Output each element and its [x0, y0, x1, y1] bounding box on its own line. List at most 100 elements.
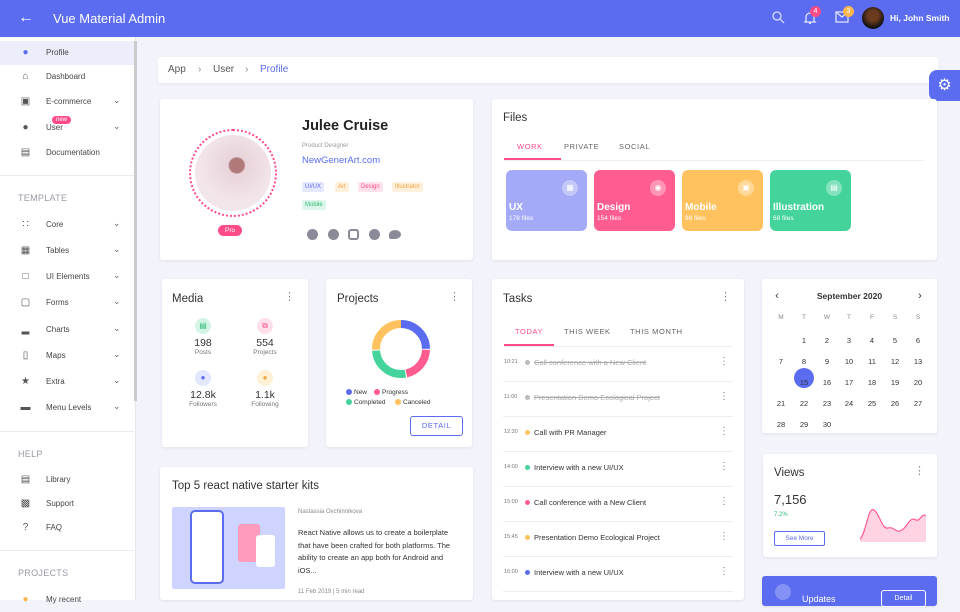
task-row[interactable]: 15:00 Call conference with a New Client ⋮ [503, 487, 733, 522]
search-icon[interactable] [771, 10, 785, 24]
calendar-day[interactable]: 22 [796, 399, 812, 408]
sidebar-item-library[interactable]: ▤ Library [0, 468, 134, 492]
tab-work[interactable]: WORK [517, 142, 543, 151]
breadcrumb-item[interactable]: App [168, 64, 186, 75]
facebook-icon[interactable] [307, 229, 318, 240]
sidebar-item-faq[interactable]: ? FAQ [0, 516, 134, 540]
sidebar-scrollbar[interactable] [134, 41, 137, 401]
task-row[interactable]: 11:00 Presentation Demo Ecological Projec… [503, 382, 733, 417]
calendar-day[interactable]: 7 [773, 357, 789, 366]
more-vertical-icon[interactable]: ⋮ [719, 531, 729, 542]
calendar-day[interactable]: 25 [864, 399, 880, 408]
calendar-day[interactable]: 12 [887, 357, 903, 366]
calendar-day[interactable]: 20 [910, 378, 926, 387]
folder-design[interactable]: ◉ Design 154 files [594, 170, 675, 231]
calendar-day[interactable]: 23 [819, 399, 835, 408]
task-row[interactable]: 14:00 Interview with a new UI/UX ⋮ [503, 452, 733, 487]
calendar-day[interactable]: 21 [773, 399, 789, 408]
task-row[interactable]: 16:00 Interview with a new UI/UX ⋮ [503, 557, 733, 592]
calendar-day[interactable]: 4 [864, 336, 880, 345]
calendar-day[interactable]: 15 [796, 378, 812, 387]
more-vertical-icon[interactable]: ⋮ [914, 466, 925, 477]
sidebar-item-label: Extra [46, 377, 65, 386]
sidebar-item-documentation[interactable]: ▤ Documentation [0, 141, 134, 165]
more-vertical-icon[interactable]: ⋮ [719, 496, 729, 507]
user-avatar[interactable] [862, 7, 884, 29]
settings-gear-icon[interactable]: ⚙ [929, 70, 960, 101]
calendar-day[interactable]: 3 [841, 336, 857, 345]
see-more-button[interactable]: See More [774, 531, 825, 546]
sidebar-item-dashboard[interactable]: ⌂ Dashboard [0, 65, 134, 89]
calendar-day[interactable]: 26 [887, 399, 903, 408]
task-row[interactable]: 15:45 Presentation Demo Ecological Projec… [503, 522, 733, 557]
folder-ux[interactable]: ▦ UX 178 files [506, 170, 587, 231]
detail-button[interactable]: DETAIL [410, 416, 463, 436]
more-vertical-icon[interactable]: ⋮ [719, 356, 729, 367]
github-icon[interactable] [369, 229, 380, 240]
calendar-day[interactable]: 8 [796, 357, 812, 366]
sidebar-item-menu-levels[interactable]: ▬ Menu Levels ⌄ [0, 396, 134, 420]
tab-today[interactable]: TODAY [515, 327, 543, 336]
sidebar-item-charts[interactable]: ▂ Charts ⌄ [0, 318, 134, 342]
sidebar-item-label: Support [46, 499, 75, 508]
sidebar-item-ui-elements[interactable]: □ UI Elements ⌄ [0, 265, 134, 289]
sidebar-item-my-recent[interactable]: ● My recent [0, 588, 134, 612]
calendar-day[interactable]: 2 [819, 336, 835, 345]
chevron-right-icon[interactable]: › [915, 290, 925, 302]
more-vertical-icon[interactable]: ⋮ [284, 292, 295, 303]
dribbble-icon[interactable] [328, 229, 339, 240]
more-vertical-icon[interactable]: ⋮ [719, 461, 729, 472]
calendar-day[interactable]: 16 [819, 378, 835, 387]
updates-detail-button[interactable]: Detail [881, 590, 926, 607]
sidebar-item-ecommerce[interactable]: ▣ E-commerce ⌄ [0, 90, 134, 114]
calendar-day[interactable]: 28 [773, 420, 789, 429]
twitter-icon[interactable] [389, 230, 401, 239]
folder-illustration[interactable]: ▤ Illustration 68 files [770, 170, 851, 231]
sidebar-item-user[interactable]: ● User new ⌄ [0, 116, 134, 140]
calendar-day[interactable]: 11 [864, 357, 880, 366]
task-row[interactable]: 10:21 Call conference with a New Client ⋮ [503, 347, 733, 382]
tab-this-month[interactable]: THIS MONTH [630, 327, 683, 336]
calendar-day[interactable]: 1 [796, 336, 812, 345]
sidebar-item-tables[interactable]: ▦ Tables ⌄ [0, 239, 134, 263]
calendar-day[interactable]: 24 [841, 399, 857, 408]
chevron-left-icon[interactable]: ‹ [772, 290, 782, 302]
more-vertical-icon[interactable]: ⋮ [720, 292, 731, 303]
profile-avatar [195, 135, 271, 211]
calendar-day[interactable]: 17 [841, 378, 857, 387]
calendar-day[interactable]: 9 [819, 357, 835, 366]
tab-social[interactable]: SOCIAL [619, 142, 650, 151]
calendar-day[interactable]: 29 [796, 420, 812, 429]
task-row[interactable]: 12:30 Call with PR Manager ⋮ [503, 417, 733, 452]
profile-website-link[interactable]: NewGenerArt.com [302, 155, 380, 166]
back-arrow-icon[interactable]: ← [18, 9, 34, 27]
calendar-day[interactable]: 6 [910, 336, 926, 345]
user-greeting[interactable]: Hi, John Smith [890, 13, 950, 23]
calendar-day[interactable]: 27 [910, 399, 926, 408]
sidebar-item-core[interactable]: ∷ Core ⌄ [0, 213, 134, 237]
calendar-day[interactable]: 10 [841, 357, 857, 366]
breadcrumb-item[interactable]: User [213, 64, 234, 75]
more-vertical-icon[interactable]: ⋮ [719, 426, 729, 437]
stat-value: 1.1k [255, 389, 275, 401]
more-vertical-icon[interactable]: ⋮ [719, 566, 729, 577]
calendar-day[interactable]: 18 [864, 378, 880, 387]
tab-this-week[interactable]: THIS WEEK [564, 327, 611, 336]
folder-mobile[interactable]: ▣ Mobile 98 files [682, 170, 763, 231]
sidebar-item-maps[interactable]: ▯ Maps ⌄ [0, 344, 134, 368]
calendar-day[interactable]: 13 [910, 357, 926, 366]
sidebar-item-support[interactable]: ▩ Support [0, 492, 134, 516]
more-vertical-icon[interactable]: ⋮ [449, 292, 460, 303]
calendar-day[interactable]: 14 [773, 378, 789, 387]
sidebar-item-profile[interactable]: ● Profile [0, 41, 134, 65]
weekday-label: S [915, 314, 921, 321]
more-vertical-icon[interactable]: ⋮ [719, 391, 729, 402]
calendar-day[interactable]: 5 [887, 336, 903, 345]
tab-private[interactable]: PRIVATE [564, 142, 599, 151]
sidebar-item-forms[interactable]: ▢ Forms ⌄ [0, 291, 134, 315]
instagram-icon[interactable] [348, 229, 359, 240]
post-thumbnail[interactable] [172, 507, 285, 589]
calendar-day[interactable]: 19 [887, 378, 903, 387]
calendar-day[interactable]: 30 [819, 420, 835, 429]
sidebar-item-extra[interactable]: ★ Extra ⌄ [0, 370, 134, 394]
